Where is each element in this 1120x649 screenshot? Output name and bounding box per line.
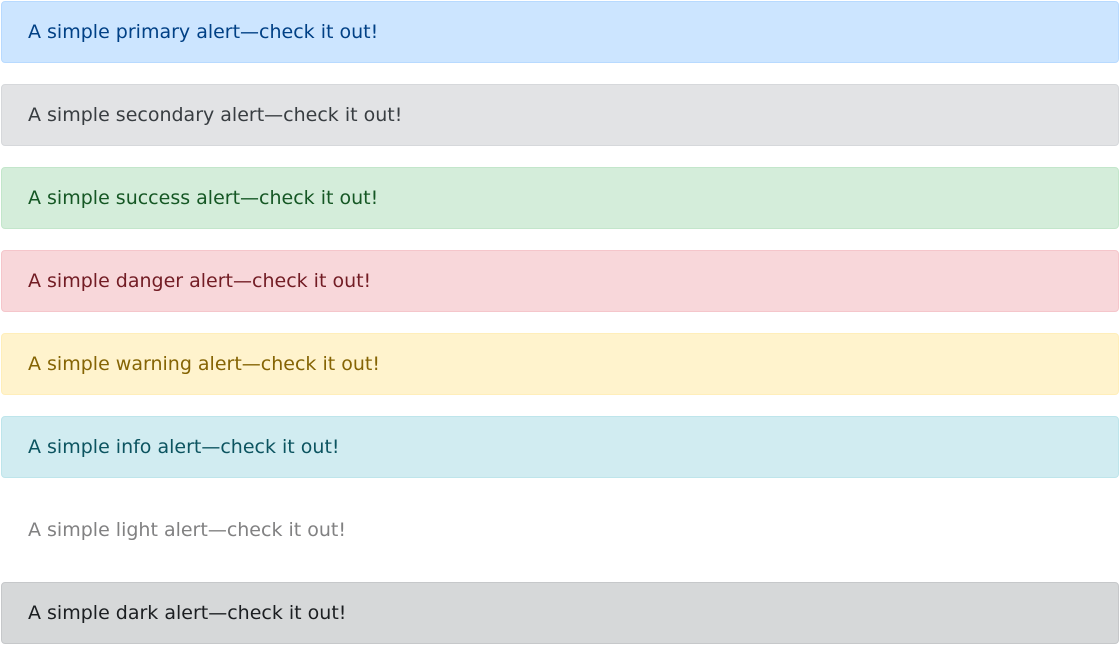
alert-danger-text: A simple danger alert—check it out! xyxy=(28,269,372,292)
alert-success-text: A simple success alert—check it out! xyxy=(28,186,379,209)
alert-primary-text: A simple primary alert—check it out! xyxy=(28,20,379,43)
alert-warning: A simple warning alert—check it out! xyxy=(1,333,1119,395)
alert-light-text: A simple light alert—check it out! xyxy=(28,518,346,541)
alert-success: A simple success alert—check it out! xyxy=(1,167,1119,229)
alerts-list: A simple primary alert—check it out! A s… xyxy=(1,1,1119,644)
alert-light: A simple light alert—check it out! xyxy=(1,499,1119,561)
alert-dark: A simple dark alert—check it out! xyxy=(1,582,1119,644)
alert-danger: A simple danger alert—check it out! xyxy=(1,250,1119,312)
alert-info-text: A simple info alert—check it out! xyxy=(28,435,340,458)
alert-secondary: A simple secondary alert—check it out! xyxy=(1,84,1119,146)
alert-warning-text: A simple warning alert—check it out! xyxy=(28,352,380,375)
alert-info: A simple info alert—check it out! xyxy=(1,416,1119,478)
alert-primary: A simple primary alert—check it out! xyxy=(1,1,1119,63)
alert-secondary-text: A simple secondary alert—check it out! xyxy=(28,103,403,126)
alert-dark-text: A simple dark alert—check it out! xyxy=(28,601,347,624)
